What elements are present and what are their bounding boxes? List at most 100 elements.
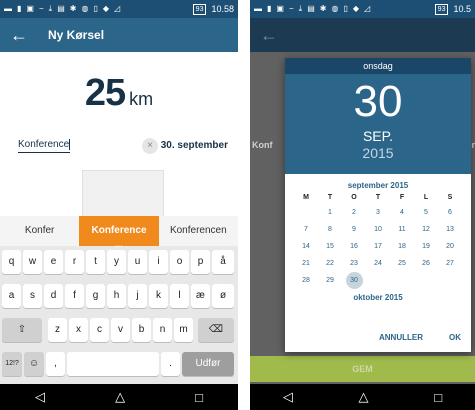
key[interactable]: ø [212,284,234,308]
backspace-key-icon[interactable]: ⌫ [198,318,234,342]
keyboard-row-4: 12!? ☺ , . Udfør [0,352,238,380]
key[interactable]: f [65,284,84,308]
key[interactable]: k [149,284,168,308]
picker-selected-day[interactable]: 30 [285,74,471,128]
calendar-day[interactable]: 19 [414,238,438,255]
clear-icon[interactable]: × [142,138,158,154]
key[interactable]: a [2,284,21,308]
key[interactable]: i [149,250,168,274]
key[interactable]: h [107,284,126,308]
calendar-day[interactable]: 8 [318,221,342,238]
purpose-input[interactable]: Konference [18,139,71,153]
calendar-day[interactable]: 1 [318,204,342,221]
back-arrow-icon[interactable]: ← [10,25,34,46]
calendar-day[interactable]: 2 [342,204,366,221]
wifi-icon: ◆ [352,4,359,13]
symbols-key[interactable]: 12!? [2,352,22,376]
calendar-day[interactable]: 3 [366,204,390,221]
key[interactable]: l [170,284,189,308]
calendar-day[interactable]: 10 [366,221,390,238]
calendar-day-empty [294,204,318,221]
key[interactable]: d [44,284,63,308]
calendar-day[interactable]: 9 [342,221,366,238]
bluetooth-icon: ✱ [319,4,327,13]
status-bar: ▬ ▮ ▣ − ⤓ ▤ ✱ ◍ ▯ ◆ ◿ 93 10.5 [250,0,475,18]
battery-indicator: 93 [434,3,449,15]
calendar-day[interactable]: 5 [414,204,438,221]
key[interactable]: c [90,318,109,342]
calendar-day[interactable]: 25 [390,255,414,272]
key[interactable]: b [132,318,151,342]
comma-key[interactable]: , [46,352,65,376]
calendar-day[interactable]: 12 [414,221,438,238]
key[interactable]: g [86,284,105,308]
period-key[interactable]: . [161,352,180,376]
calendar-day[interactable]: 17 [366,238,390,255]
nfc-icon: ▤ [57,4,65,13]
key[interactable]: æ [191,284,210,308]
calendar-day-selected[interactable]: 30 [345,272,363,289]
calendar-day[interactable]: 6 [438,204,462,221]
key[interactable]: s [23,284,42,308]
nav-back-icon[interactable]: ◁ [283,389,293,405]
calendar-day[interactable]: 16 [342,238,366,255]
signal-icon: ◿ [364,4,371,13]
status-time: 10.58 [211,4,234,14]
key[interactable]: q [2,250,21,274]
key[interactable]: v [111,318,130,342]
calendar-day[interactable]: 15 [318,238,342,255]
picker-selected-month[interactable]: SEP. [285,128,471,144]
system-nav-bar: ◁ △ □ [250,384,475,410]
cancel-button[interactable]: ANNULLER [379,333,423,342]
key[interactable]: y [107,250,126,274]
key[interactable]: t [86,250,105,274]
key[interactable]: n [153,318,172,342]
done-key[interactable]: Udfør [182,352,234,376]
calendar-day[interactable]: 28 [294,272,318,289]
key[interactable]: z [48,318,67,342]
nav-recents-icon[interactable]: □ [195,390,203,405]
key[interactable]: u [128,250,147,274]
key[interactable]: j [128,284,147,308]
calendar-day[interactable]: 21 [294,255,318,272]
calendar-day[interactable]: 23 [342,255,366,272]
picker-selected-year[interactable]: 2015 [285,144,471,162]
key[interactable]: å [212,250,234,274]
calendar-day[interactable]: 26 [414,255,438,272]
purpose-row: Konference × 30. september [18,134,228,158]
shift-key-icon[interactable]: ⇧ [2,318,42,342]
calendar-day[interactable]: 29 [318,272,342,289]
minus-icon: − [288,4,294,13]
space-bar[interactable] [67,352,159,376]
key[interactable]: o [170,250,189,274]
suggestion-item-selected[interactable]: Konference [79,216,159,252]
calendar-day[interactable]: 11 [390,221,414,238]
date-field[interactable]: 30. september [161,140,228,151]
calendar-day[interactable]: 20 [438,238,462,255]
calendar-day[interactable]: 4 [390,204,414,221]
calendar-day[interactable]: 22 [318,255,342,272]
emoji-key-icon[interactable]: ☺ [24,352,44,376]
key[interactable]: p [191,250,210,274]
key[interactable]: e [44,250,63,274]
keyboard-row-1: q w e r t y u i o p å [0,250,238,278]
calendar-day[interactable]: 18 [390,238,414,255]
calendar-day[interactable]: 24 [366,255,390,272]
key[interactable]: m [174,318,193,342]
ok-button[interactable]: OK [449,333,461,342]
suggestion-item[interactable]: Konfer [0,216,79,246]
nav-back-icon[interactable]: ◁ [35,389,45,405]
nav-recents-icon[interactable]: □ [434,390,442,405]
key[interactable]: w [23,250,42,274]
calendar-day[interactable]: 27 [438,255,462,272]
calendar-day[interactable]: 13 [438,221,462,238]
status-time: 10.5 [453,4,471,14]
key[interactable]: x [69,318,88,342]
suggestion-item[interactable]: Konferencen [159,216,238,246]
calendar-day[interactable]: 7 [294,221,318,238]
calendar-day[interactable]: 14 [294,238,318,255]
key[interactable]: r [65,250,84,274]
nav-home-icon[interactable]: △ [359,389,369,405]
nav-home-icon[interactable]: △ [115,389,125,405]
distance-display[interactable]: 25 km [0,72,238,115]
